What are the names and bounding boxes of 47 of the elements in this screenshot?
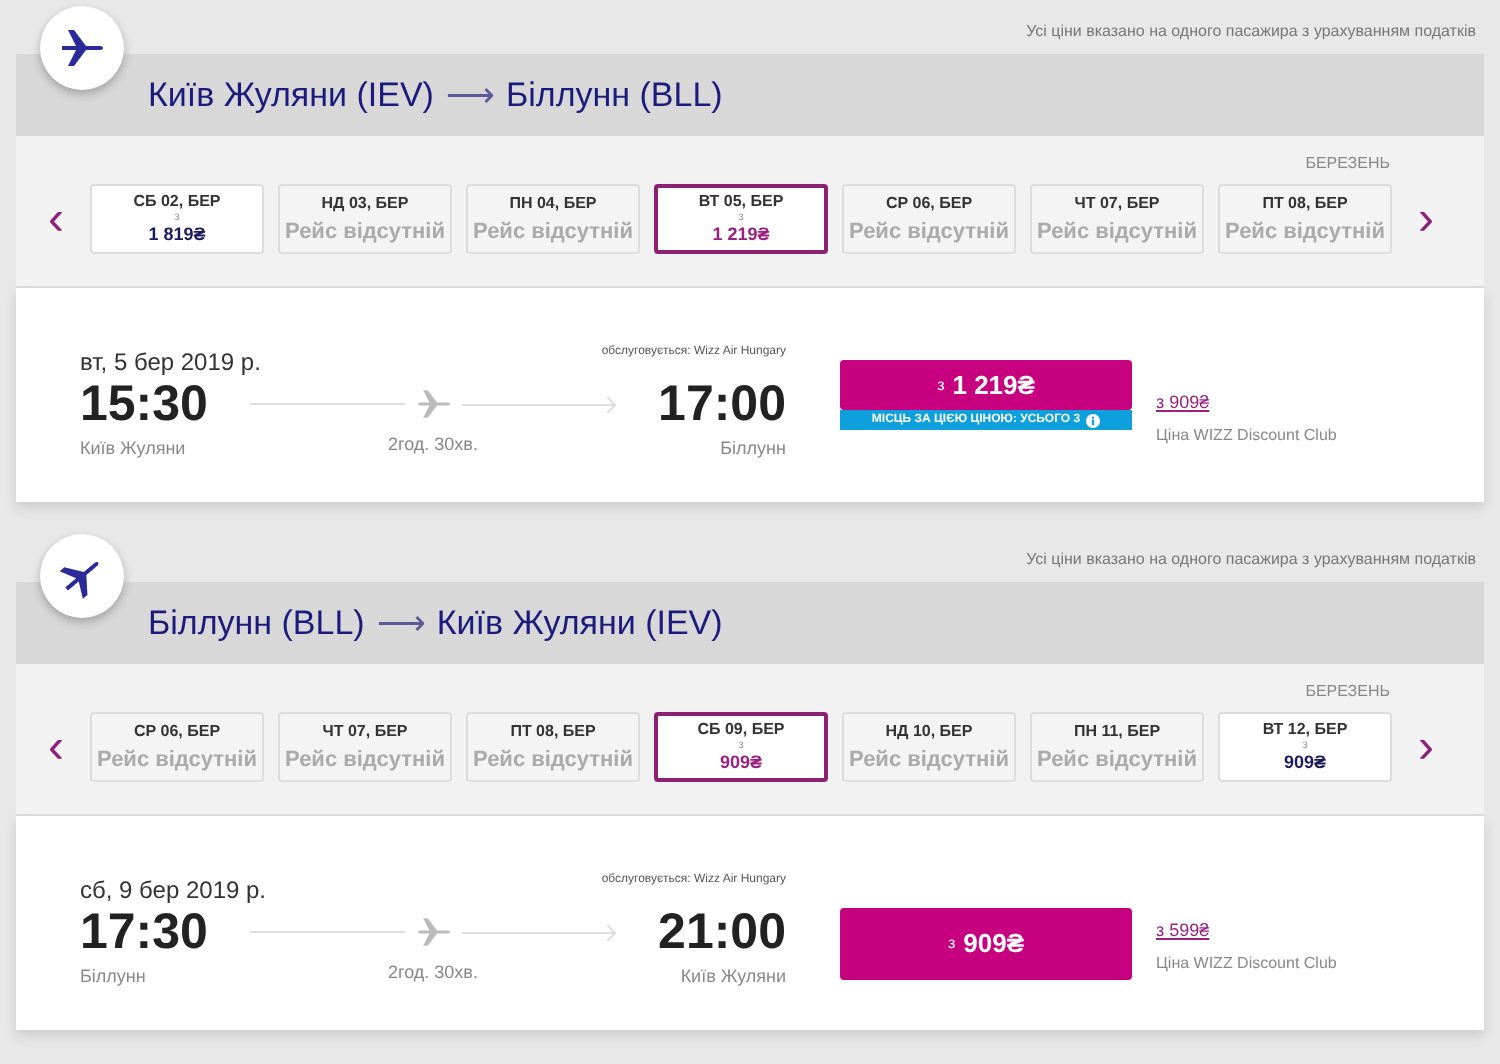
arrival-time: 17:00 xyxy=(656,374,786,436)
date-tab[interactable]: НД 03, БЕР Рейс відсутній xyxy=(278,184,452,254)
club-label: Ціна WIZZ Discount Club xyxy=(1156,952,1339,976)
origin-title: Біллунн (BLL) xyxy=(148,601,365,646)
airplane-icon xyxy=(413,912,453,952)
month-label: БЕРЕЗЕНЬ xyxy=(1303,152,1392,176)
date-tab[interactable]: ЧТ 07, БЕР Рейс відсутній xyxy=(1030,184,1204,254)
route-arrow-icon xyxy=(461,923,616,941)
date-tab[interactable]: ПТ 08, БЕР Рейс відсутній xyxy=(466,712,640,782)
club-price-link[interactable]: з 599₴ xyxy=(1156,920,1210,940)
date-tab[interactable]: ПТ 08, БЕР Рейс відсутній xyxy=(1218,184,1392,254)
airplane-icon xyxy=(413,384,453,424)
date-tab[interactable]: ПН 11, БЕР Рейс відсутній xyxy=(1030,712,1204,782)
arrival-time: 21:00 xyxy=(656,902,786,964)
date-tab[interactable]: ПН 04, БЕР Рейс відсутній xyxy=(466,184,640,254)
route-arrow-icon xyxy=(461,395,616,413)
previous-button[interactable]: ‹ xyxy=(36,723,76,771)
departure-time: 17:30 xyxy=(80,903,210,964)
departure-city: Біллунн xyxy=(80,964,148,990)
date-tab[interactable]: НД 10, БЕР Рейс відсутній xyxy=(842,712,1016,782)
next-button[interactable]: › xyxy=(1406,195,1446,243)
club-label: Ціна WIZZ Discount Club xyxy=(1156,424,1339,448)
route-arrow: ⟶ xyxy=(376,601,425,646)
price-button[interactable]: з 909₴ xyxy=(840,908,1132,980)
destination-title: Біллунн (BLL) xyxy=(505,73,723,118)
airplane-badge-icon xyxy=(40,534,124,618)
flight-duration: 2год. 30хв. xyxy=(388,960,478,986)
info-icon[interactable] xyxy=(1086,413,1101,427)
price-note: Усі ціни вказано на одного пасажира з урахуванням податків xyxy=(1024,20,1478,44)
route-arrow: ⟶ xyxy=(445,73,494,118)
month-label: БЕРЕЗЕНЬ xyxy=(1303,680,1392,704)
price-note: Усі ціни вказано на одного пасажира з урахуванням податків xyxy=(1024,548,1478,572)
date-tab[interactable]: СР 06, БЕР Рейс відсутній xyxy=(842,184,1016,254)
airplane-badge-icon xyxy=(40,6,124,90)
previous-button[interactable]: ‹ xyxy=(36,195,76,243)
arrival-city: Біллунн xyxy=(718,436,786,462)
departure-city: Київ Жуляни xyxy=(80,436,188,462)
flight-duration: 2год. 30хв. xyxy=(388,432,478,458)
price-button[interactable]: з 1 219₴ xyxy=(840,360,1132,410)
origin-title: Київ Жуляни (IEV) xyxy=(148,73,434,118)
departure-time: 15:30 xyxy=(80,375,210,436)
date-tab[interactable]: СР 06, БЕР Рейс відсутній xyxy=(90,712,264,782)
arrival-city: Київ Жуляни xyxy=(678,964,786,990)
destination-title: Київ Жуляни (IEV) xyxy=(436,601,723,646)
next-button[interactable]: › xyxy=(1406,723,1446,771)
club-price-link[interactable]: з 909₴ xyxy=(1156,392,1210,412)
date-tab[interactable]: ЧТ 07, БЕР Рейс відсутній xyxy=(278,712,452,782)
